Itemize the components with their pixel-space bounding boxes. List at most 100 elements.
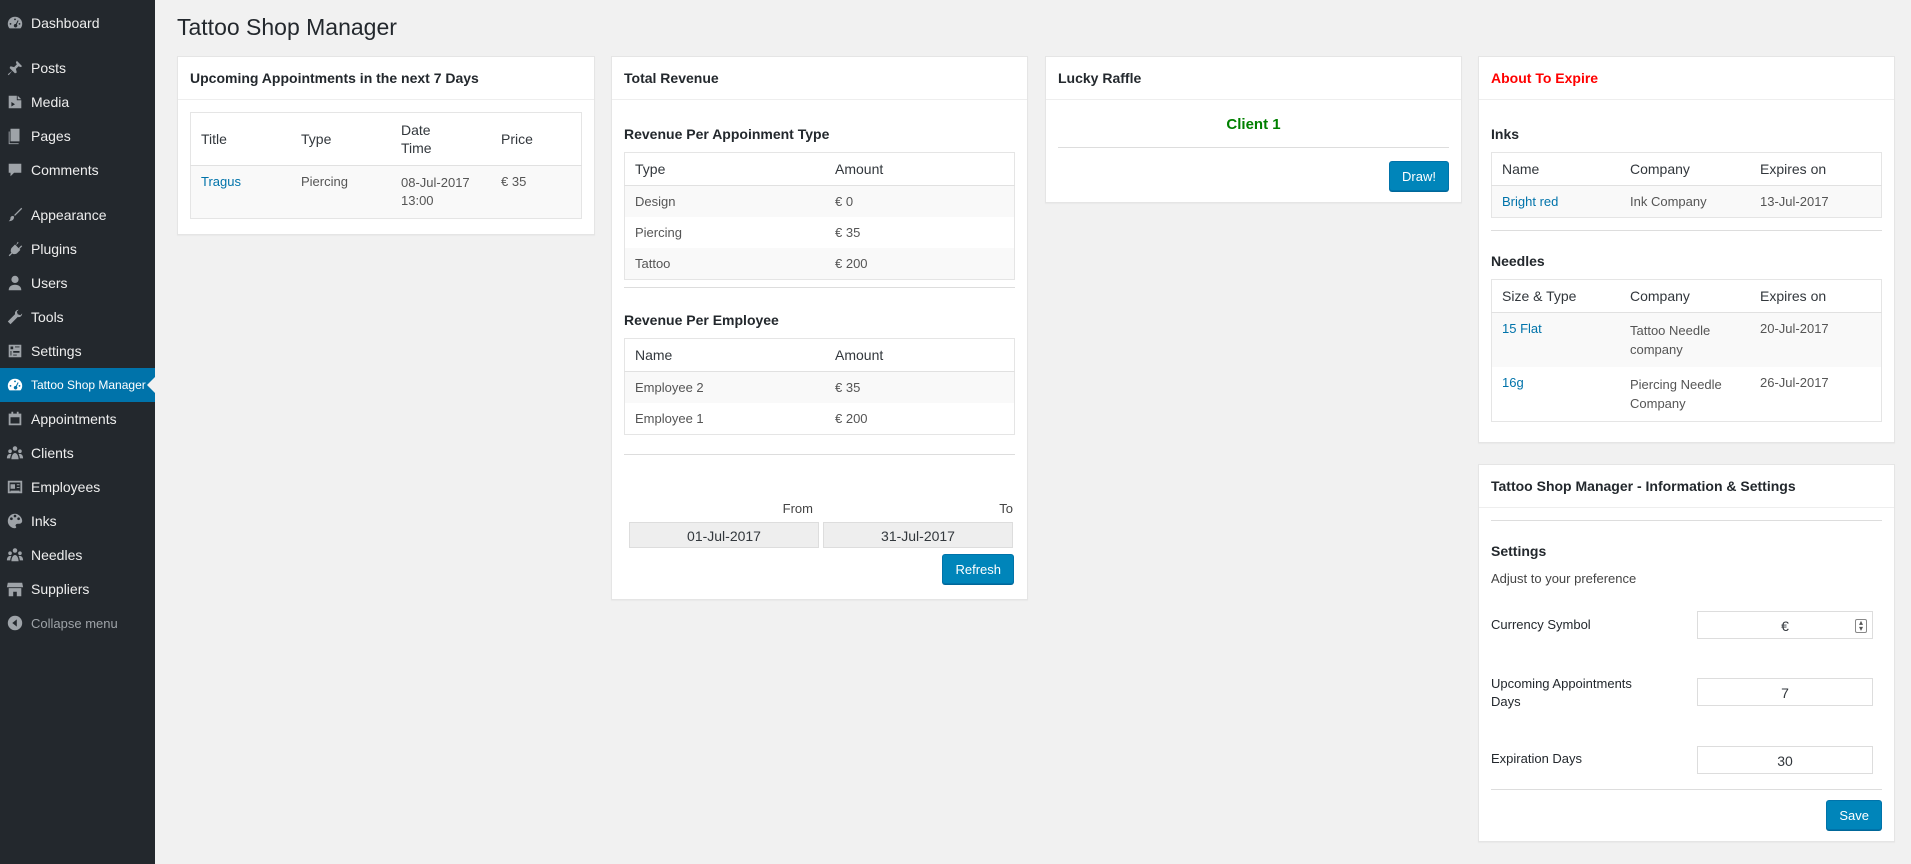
sidebar-item-label: Dashboard bbox=[31, 15, 100, 31]
sidebar-item-users[interactable]: Users bbox=[0, 266, 155, 300]
appointment-title-link[interactable]: Tragus bbox=[201, 174, 241, 189]
needle-name-link[interactable]: 16g bbox=[1502, 375, 1524, 390]
needle-expires: 20-Jul-2017 bbox=[1750, 312, 1882, 367]
save-button[interactable]: Save bbox=[1826, 800, 1882, 830]
needles-title: Needles bbox=[1491, 253, 1545, 269]
sidebar-item-label: Users bbox=[31, 275, 68, 291]
sidebar-item-appearance[interactable]: Appearance bbox=[0, 198, 155, 232]
sidebar-item-label: Media bbox=[31, 94, 70, 110]
admin-sidebar: Dashboard Posts Media Pages Comments App… bbox=[0, 0, 155, 864]
sidebar-item-label: Suppliers bbox=[31, 581, 90, 597]
sidebar-item-employees[interactable]: Employees bbox=[0, 470, 155, 504]
column-header: Price bbox=[491, 112, 582, 166]
sidebar-item-dashboard[interactable]: Dashboard bbox=[0, 6, 155, 40]
needles-table: Size & Type Company Expires on 15 Flat T… bbox=[1491, 279, 1882, 422]
about-to-expire-box: About To Expire Inks Name Company Expire… bbox=[1478, 56, 1895, 443]
amount-cell: € 200 bbox=[835, 411, 868, 426]
sidebar-item-label: Employees bbox=[31, 479, 101, 495]
revenue-per-type-table: Type Amount Design € 0 Piercing € 35 Tatto… bbox=[624, 152, 1015, 280]
name-cell: Employee 1 bbox=[635, 411, 704, 426]
column-header: Company bbox=[1620, 279, 1750, 313]
ink-company: Ink Company bbox=[1620, 185, 1750, 218]
refresh-button[interactable]: Refresh bbox=[942, 554, 1014, 584]
media-icon bbox=[5, 92, 25, 112]
ink-name-link[interactable]: Bright red bbox=[1502, 194, 1558, 209]
to-date-input[interactable]: 31-Jul-2017 bbox=[823, 522, 1013, 548]
needle-name-link[interactable]: 15 Flat bbox=[1502, 321, 1542, 336]
sidebar-item-label: Comments bbox=[31, 162, 99, 178]
collapse-menu-button[interactable]: Collapse menu bbox=[0, 606, 155, 640]
lucky-raffle-box: Lucky Raffle Client 1 Draw! bbox=[1045, 56, 1462, 203]
sidebar-item-label: Tattoo Shop Manager bbox=[31, 378, 146, 392]
sidebar-item-label: Pages bbox=[31, 128, 71, 144]
amount-cell: € 35 bbox=[825, 371, 1015, 403]
settings-box: Tattoo Shop Manager - Information & Sett… bbox=[1478, 464, 1895, 842]
expiration-days-input[interactable]: 30 bbox=[1697, 746, 1873, 774]
sidebar-item-plugins[interactable]: Plugins bbox=[0, 232, 155, 266]
upcoming-days-label: Upcoming Appointments Days bbox=[1491, 676, 1632, 709]
upcoming-days-input[interactable]: 7 bbox=[1697, 678, 1873, 706]
column-header: Name bbox=[1491, 152, 1620, 186]
name-cell: Employee 2 bbox=[624, 371, 825, 403]
box-title: Total Revenue bbox=[612, 57, 1027, 100]
user-icon bbox=[5, 273, 25, 293]
sidebar-item-label: Plugins bbox=[31, 241, 77, 257]
sidebar-item-label: Needles bbox=[31, 547, 83, 563]
from-date-input[interactable]: 01-Jul-2017 bbox=[629, 522, 819, 548]
amount-cell: € 200 bbox=[825, 248, 1015, 280]
table-row: 15 Flat Tattoo Needle company 20-Jul-201… bbox=[1491, 312, 1882, 367]
sidebar-item-comments[interactable]: Comments bbox=[0, 153, 155, 187]
dashboard-icon bbox=[5, 13, 25, 33]
sidebar-item-appointments[interactable]: Appointments bbox=[0, 402, 155, 436]
sidebar-item-label: Appearance bbox=[31, 207, 107, 223]
sidebar-item-clients[interactable]: Clients bbox=[0, 436, 155, 470]
sidebar-item-settings[interactable]: Settings bbox=[0, 334, 155, 368]
sidebar-item-posts[interactable]: Posts bbox=[0, 51, 155, 85]
plugin-icon bbox=[5, 239, 25, 259]
sidebar-item-tattoo-shop-manager[interactable]: Tattoo Shop Manager bbox=[0, 368, 155, 402]
column-header: Type bbox=[291, 112, 391, 166]
column-header: Type bbox=[624, 152, 825, 186]
raffle-winner: Client 1 bbox=[1226, 116, 1281, 133]
table-row: Tattoo € 200 bbox=[624, 248, 1015, 280]
appointment-datetime: 08-Jul-2017 13:00 bbox=[391, 165, 491, 219]
collapse-menu-label: Collapse menu bbox=[31, 615, 118, 631]
column-header: Date Time bbox=[391, 112, 491, 166]
collapse-icon bbox=[5, 613, 25, 633]
sidebar-item-inks[interactable]: Inks bbox=[0, 504, 155, 538]
palette-icon bbox=[5, 511, 25, 531]
appointment-time: 13:00 bbox=[401, 193, 434, 208]
sidebar-item-label: Posts bbox=[31, 60, 67, 76]
sidebar-item-media[interactable]: Media bbox=[0, 85, 155, 119]
select-arrows-icon: ▴ ▾ bbox=[1855, 619, 1867, 633]
dashboard-icon bbox=[5, 375, 25, 395]
column-header: Expires on bbox=[1750, 279, 1882, 313]
divider bbox=[1058, 147, 1449, 148]
divider bbox=[624, 287, 1015, 288]
table-row: Employee 1 € 200 bbox=[625, 403, 1015, 435]
to-label: To bbox=[999, 501, 1013, 516]
sidebar-item-needles[interactable]: Needles bbox=[0, 538, 155, 572]
draw-button[interactable]: Draw! bbox=[1389, 161, 1449, 191]
sidebar-item-label: Settings bbox=[31, 343, 82, 359]
sidebar-item-pages[interactable]: Pages bbox=[0, 119, 155, 153]
inks-title: Inks bbox=[1491, 126, 1520, 142]
needle-company: Piercing Needle Company bbox=[1630, 377, 1722, 411]
sidebar-item-suppliers[interactable]: Suppliers bbox=[0, 572, 155, 606]
needle-expires: 26-Jul-2017 bbox=[1760, 375, 1829, 390]
column-header: Title bbox=[190, 112, 291, 166]
divider bbox=[1491, 789, 1882, 790]
column-header: Size & Type bbox=[1491, 279, 1620, 313]
settings-heading: Settings bbox=[1491, 543, 1547, 559]
inks-table: Name Company Expires on Bright red Ink C… bbox=[1491, 152, 1882, 218]
currency-symbol-select[interactable]: € ▴ ▾ bbox=[1697, 611, 1873, 639]
column-header: Amount bbox=[825, 338, 1015, 372]
table-row: Piercing € 35 bbox=[625, 217, 1015, 248]
sidebar-item-tools[interactable]: Tools bbox=[0, 300, 155, 334]
column-header: Company bbox=[1620, 152, 1750, 186]
table-row: Tragus Piercing 08-Jul-2017 13:00 € 35 bbox=[190, 165, 582, 219]
table-header-row: Title Type Date Time Price bbox=[190, 112, 582, 166]
revenue-per-employee-table: Name Amount Employee 2 € 35 Employee 1 € 2… bbox=[624, 338, 1015, 435]
comment-icon bbox=[5, 160, 25, 180]
box-title: Lucky Raffle bbox=[1046, 57, 1461, 100]
